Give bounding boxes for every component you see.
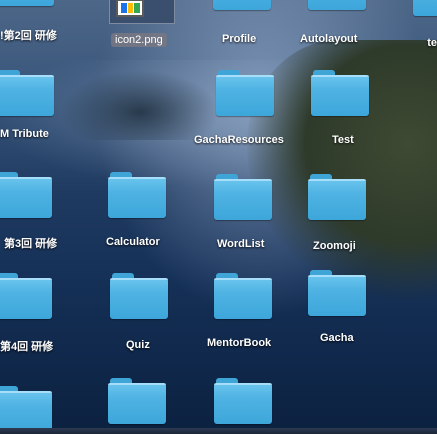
folder-label[interactable]: Test [332,134,354,146]
folder-icon[interactable] [214,174,272,220]
folder-icon[interactable] [308,270,366,316]
folder-label[interactable]: !第2回 研修 [0,27,57,43]
folder-icon[interactable] [216,70,274,116]
folder-icon[interactable] [308,0,366,10]
wallpaper-island [60,70,220,140]
folder-label[interactable]: Quiz [126,339,150,351]
desktop: !第2回 研修 icon2.png Profile Autolayout te … [0,0,437,434]
folder-label[interactable]: GachaResources [194,134,284,146]
folder-icon[interactable] [110,273,168,319]
file-label[interactable]: icon2.png [111,33,167,47]
folder-icon[interactable] [308,174,366,220]
folder-label[interactable]: te [427,37,437,49]
folder-icon[interactable] [213,0,271,10]
folder-icon[interactable] [0,70,54,116]
image-file-icon[interactable] [109,0,175,24]
folder-icon[interactable] [0,0,54,6]
folder-icon[interactable] [0,386,52,432]
folder-icon[interactable] [0,273,52,319]
folder-label[interactable]: M Tribute [0,128,49,140]
folder-label[interactable]: Gacha [320,332,354,344]
folder-label[interactable]: Zoomoji [313,240,356,252]
folder-label[interactable]: Profile [222,33,256,45]
folder-icon[interactable] [0,172,52,218]
folder-label[interactable]: Autolayout [300,33,357,45]
folder-label[interactable]: 第3回 研修 [4,235,57,251]
folder-label[interactable]: MentorBook [207,337,271,349]
folder-icon[interactable] [108,378,166,424]
folder-icon[interactable] [311,70,369,116]
folder-label[interactable]: WordList [217,238,264,250]
folder-icon[interactable] [214,273,272,319]
folder-label[interactable]: Calculator [106,236,160,248]
folder-icon[interactable] [108,172,166,218]
dock-edge [0,428,437,434]
folder-icon[interactable] [413,0,437,16]
folder-label[interactable]: 第4回 研修 [0,338,53,354]
folder-icon[interactable] [214,378,272,424]
